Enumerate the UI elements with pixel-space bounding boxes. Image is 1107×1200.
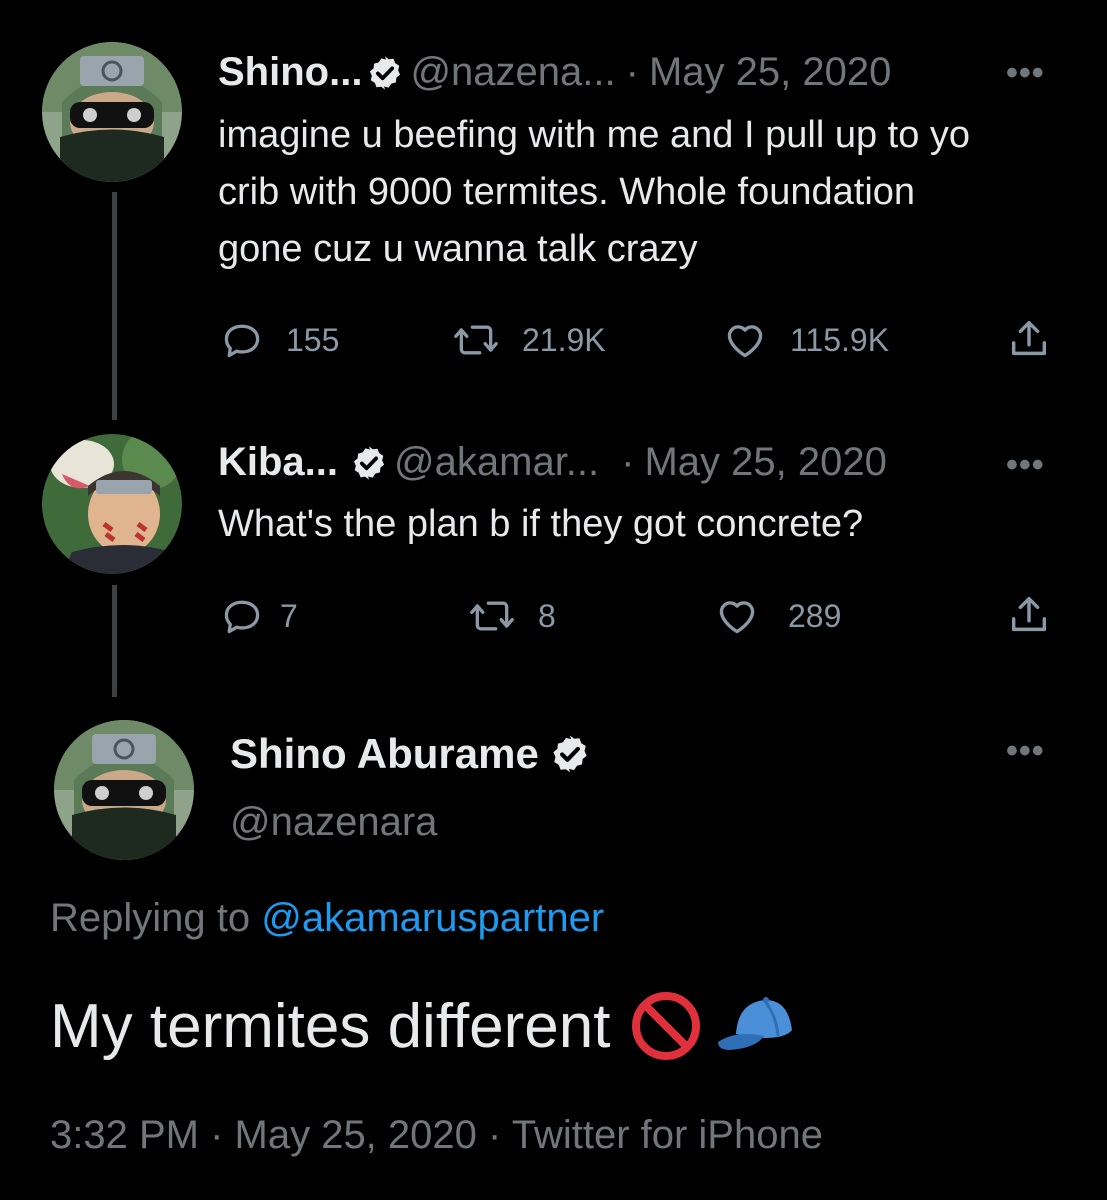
reply-icon	[224, 600, 260, 634]
tweet-date[interactable]: May 25, 2020	[649, 50, 891, 95]
display-name[interactable]: Shino...	[218, 50, 362, 95]
main-tweet-body: My termites different	[50, 991, 611, 1061]
retweet-count: 21.9K	[522, 321, 606, 358]
retweet-button[interactable]: 21.9K	[452, 318, 606, 362]
retweet-icon	[454, 325, 498, 355]
tweet-text-line: What's the plan b if they got concrete?	[218, 503, 864, 545]
avatar[interactable]	[54, 720, 194, 860]
retweet-button[interactable]: 8	[468, 594, 556, 638]
display-name[interactable]: Kiba...	[218, 440, 338, 485]
tweet-text-line: imagine u beefing with me and I pull up …	[218, 114, 971, 156]
main-tweet-text: My termites different	[50, 990, 796, 1062]
tweet-text-line: crib with 9000 termites. Whole foundatio…	[218, 171, 916, 213]
tweet-date[interactable]: May 25, 2020	[644, 440, 886, 485]
like-button[interactable]: 115.9K	[722, 318, 889, 362]
retweet-icon	[470, 601, 514, 631]
tweet-text-line: gone cuz u wanna talk crazy	[218, 228, 698, 270]
tweet-text: imagine u beefing with me and I pull up …	[218, 107, 970, 278]
tweet-meta-footer: 3:32 PM · May 25, 2020 · Twitter for iPh…	[50, 1113, 823, 1157]
separator: ·	[621, 440, 635, 484]
retweet-count: 8	[538, 597, 556, 634]
replying-prefix: Replying to	[50, 896, 262, 940]
thread-line	[112, 585, 117, 697]
share-icon	[1011, 596, 1047, 632]
more-options-icon[interactable]: •••	[1006, 54, 1045, 93]
verified-badge-icon	[553, 735, 587, 773]
tweet-header: Kiba... @akamar... · May 25, 2020	[218, 440, 887, 485]
share-icon	[1011, 320, 1047, 356]
separator: ·	[625, 50, 639, 94]
handle[interactable]: @akamar...	[394, 440, 599, 485]
handle[interactable]: @nazena...	[410, 50, 615, 95]
share-button[interactable]	[1006, 592, 1052, 638]
reply-button[interactable]: 155	[220, 318, 339, 362]
blue-cap-icon	[718, 997, 793, 1050]
handle[interactable]: @nazenara	[230, 800, 437, 845]
thread-line	[112, 192, 117, 420]
no-entry-sign-icon	[632, 992, 701, 1060]
like-count: 289	[788, 597, 842, 634]
heart-icon	[727, 325, 763, 358]
verified-badge-icon	[370, 55, 401, 90]
more-options-icon[interactable]: •••	[1006, 446, 1045, 485]
tweet-text: What's the plan b if they got concrete?	[218, 496, 863, 553]
like-button[interactable]: 289	[714, 594, 841, 638]
reply-button[interactable]: 7	[220, 594, 298, 638]
verified-badge-icon	[353, 445, 385, 480]
tweet-header: Shino... @nazena... · May 25, 2020	[218, 50, 891, 95]
share-button[interactable]	[1006, 316, 1052, 362]
replying-to-link[interactable]: @akamaruspartner	[261, 896, 604, 940]
avatar[interactable]	[42, 42, 182, 182]
more-options-icon[interactable]: •••	[1006, 732, 1045, 771]
heart-icon	[719, 601, 755, 634]
replying-to: Replying to @akamaruspartner	[50, 896, 604, 941]
reply-count: 7	[280, 597, 298, 634]
display-name: Shino Aburame	[230, 730, 539, 777]
like-count: 115.9K	[790, 321, 890, 358]
main-tweet-author[interactable]: Shino Aburame	[230, 730, 597, 778]
reply-icon	[224, 324, 260, 358]
reply-count: 155	[286, 321, 340, 358]
avatar[interactable]	[42, 434, 182, 574]
